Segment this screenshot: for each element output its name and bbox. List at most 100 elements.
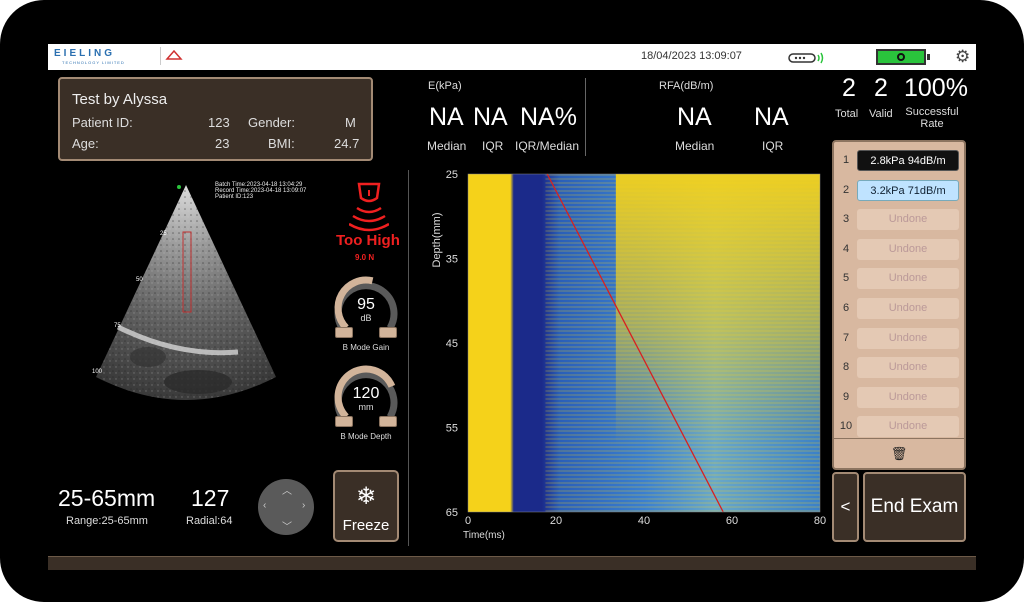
gain-unit: dB [360, 313, 372, 323]
gain-label: B Mode Gain [342, 343, 390, 352]
e-iqr-label: IQR [482, 139, 504, 153]
e-median-value: NA [429, 103, 464, 131]
previous-button[interactable]: < [832, 472, 859, 542]
y-tick-label: 65 [446, 507, 458, 519]
rfa-panel-title: RFA(dB/m) [659, 80, 714, 92]
measurement-index: 7 [842, 331, 850, 344]
radial-label: Radial:64 [186, 515, 233, 527]
probe-connected-icon [788, 51, 828, 64]
rate-label: Successful Rate [905, 106, 959, 130]
gain-decrease-button[interactable] [335, 327, 353, 338]
measurement-result[interactable]: Undone [857, 416, 959, 438]
brand-logo: EIELING [54, 48, 116, 59]
measurement-index: 10 [839, 420, 853, 433]
status-bar: EIELING TECHNOLOGY LIMITED 18/04/2023 13… [48, 44, 976, 70]
list-item[interactable]: 1 2.8kPa 94dB/m [834, 150, 964, 174]
divider [585, 78, 586, 156]
depth-mark: 25 [160, 231, 167, 237]
divider [408, 170, 409, 546]
e-panel-title: E(kPa) [428, 80, 462, 92]
measurement-result[interactable]: Undone [857, 238, 959, 260]
measurement-result[interactable]: Undone [857, 386, 959, 408]
gear-icon[interactable]: ⚙ [955, 47, 970, 67]
list-item[interactable]: 9 Undone [834, 386, 964, 411]
age-label: Age: [72, 136, 99, 151]
depth-unit: mm [358, 402, 374, 412]
measurement-result[interactable]: Undone [857, 268, 959, 290]
ultrasound-image[interactable]: 25 50 75 100 [88, 177, 284, 417]
measurement-index: 1 [842, 154, 850, 166]
right-arrow-icon[interactable]: › [302, 500, 305, 511]
x-tick-label: 40 [638, 515, 650, 527]
y-tick-label: 45 [446, 338, 458, 350]
elastography-chart: 0 20 40 60 80 25 35 45 55 65 Time(ms) Depth(mm) [431, 170, 826, 541]
measurement-result[interactable]: Undone [857, 357, 959, 379]
x-tick-label: 20 [550, 515, 562, 527]
bottom-bar [48, 556, 976, 570]
pressure-status: Too High [336, 232, 400, 249]
y-tick-label: 25 [446, 170, 458, 181]
depth-mark: 100 [92, 369, 103, 375]
x-axis-label: Time(ms) [463, 530, 505, 541]
list-item[interactable]: 4 Undone [834, 238, 964, 263]
gain-increase-button[interactable] [379, 327, 397, 338]
gender-label: Gender: [248, 115, 295, 130]
ultrasound-meta: Batch Time:2023-04-18 13:04:29 Record Ti… [215, 182, 307, 200]
pressure-force: 9.0 N [355, 253, 375, 262]
measurement-index: 4 [842, 242, 850, 255]
list-item[interactable]: 3 Undone [834, 209, 964, 233]
list-item[interactable]: 2 3.2kPa 71dB/m [834, 179, 964, 204]
freeze-button[interactable]: ❄ Freeze [333, 470, 399, 542]
total-label: Total [835, 108, 859, 120]
total-count: 2 [842, 74, 856, 102]
range-label: Range:25-65mm [66, 515, 148, 527]
patient-id-label: Patient ID: [72, 115, 133, 130]
heatmap-texture [545, 174, 820, 512]
depth-mark: 75 [114, 323, 121, 329]
measurement-index: 2 [842, 183, 850, 196]
list-item[interactable]: 7 Undone [834, 327, 964, 352]
measurement-index: 3 [842, 213, 850, 226]
list-item[interactable]: 6 Undone [834, 298, 964, 322]
list-item[interactable]: 10 Undone [834, 416, 964, 440]
measurement-result[interactable]: Undone [857, 209, 959, 231]
depth-mark: 50 [136, 277, 143, 283]
measurement-result[interactable]: Undone [857, 298, 959, 319]
measurement-result[interactable]: 3.2kPa 71dB/m [857, 179, 959, 201]
depth-value: 120 [352, 385, 380, 402]
y-tick-label: 35 [446, 254, 458, 266]
depth-label: B Mode Depth [340, 432, 392, 441]
rfa-iqr-label: IQR [762, 139, 784, 153]
measurement-index: 9 [842, 390, 850, 403]
rfa-median-value: NA [677, 103, 712, 131]
depth-increase-button[interactable] [379, 416, 397, 427]
snowflake-icon: ❄ [355, 483, 377, 510]
trash-icon[interactable]: 🗑 [834, 446, 964, 462]
list-item[interactable]: 8 Undone [834, 357, 964, 381]
age-value: 23 [215, 136, 230, 151]
brand-subtitle: TECHNOLOGY LIMITED [62, 60, 125, 65]
rfa-iqr-value: NA [754, 103, 789, 131]
measurement-index: 8 [842, 361, 850, 374]
up-arrow-icon[interactable]: ︿ [282, 482, 292, 497]
measurement-result[interactable]: 2.8kPa 94dB/m [857, 150, 959, 171]
measurement-index: 5 [842, 272, 850, 285]
measurement-result[interactable]: Undone [857, 327, 959, 349]
list-item[interactable]: 5 Undone [834, 268, 964, 292]
freeze-label: Freeze [342, 517, 390, 534]
screen: EIELING TECHNOLOGY LIMITED 18/04/2023 13… [48, 44, 976, 570]
down-arrow-icon[interactable]: ﹀ [282, 518, 292, 533]
x-tick-label: 60 [726, 515, 738, 527]
bmi-value: 24.7 [334, 136, 360, 151]
e-iqr-value: NA [473, 103, 508, 131]
e-median-label: Median [427, 139, 467, 153]
depth-decrease-button[interactable] [335, 416, 353, 427]
gender-value: M [345, 115, 356, 130]
partner-logo-icon [160, 47, 183, 65]
direction-pad[interactable]: ︿ ﹀ ‹ › [258, 479, 314, 535]
gain-value: 95 [357, 296, 375, 313]
success-rate: 100% [904, 74, 968, 102]
e-ratio-label: IQR/Median [515, 139, 580, 153]
left-arrow-icon[interactable]: ‹ [263, 500, 266, 511]
end-exam-button[interactable]: End Exam [863, 472, 966, 542]
